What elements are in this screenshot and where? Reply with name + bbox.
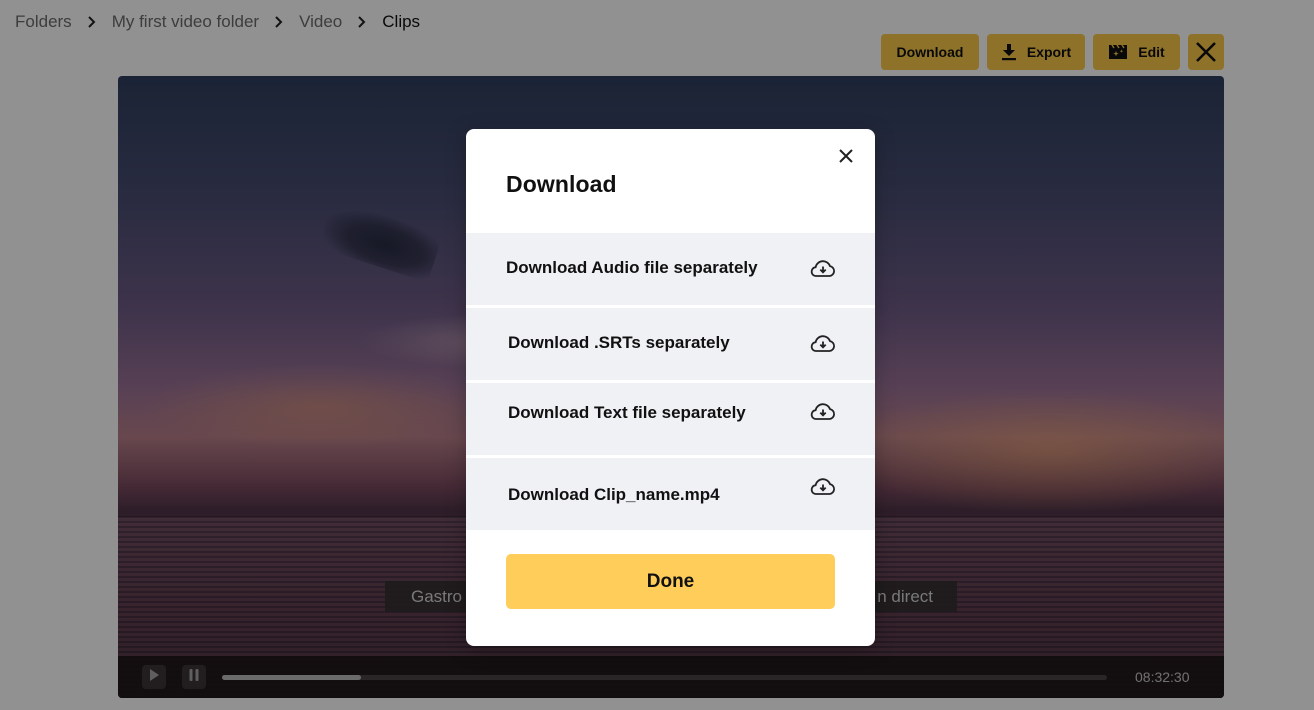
download-option-srts[interactable]: Download .SRTs separately	[466, 308, 875, 380]
option-label: Download Text file separately	[508, 403, 746, 422]
cloud-download-icon[interactable]	[810, 259, 836, 279]
option-label: Download .SRTs separately	[508, 333, 730, 352]
download-dialog: Download Download Audio file separately …	[466, 129, 875, 646]
done-button[interactable]: Done	[506, 554, 835, 609]
option-label: Download Audio file separately	[506, 258, 758, 277]
download-option-audio[interactable]: Download Audio file separately	[466, 233, 875, 305]
dialog-close-button[interactable]	[835, 147, 857, 169]
cloud-download-icon[interactable]	[810, 402, 836, 422]
option-label: Download Clip_name.mp4	[508, 485, 720, 504]
close-icon	[839, 148, 853, 168]
download-option-text[interactable]: Download Text file separately	[466, 383, 875, 455]
cloud-download-icon[interactable]	[810, 477, 836, 497]
download-option-clip-mp4[interactable]: Download Clip_name.mp4	[466, 458, 875, 530]
cloud-download-icon[interactable]	[810, 334, 836, 354]
dialog-title: Download	[506, 171, 617, 197]
